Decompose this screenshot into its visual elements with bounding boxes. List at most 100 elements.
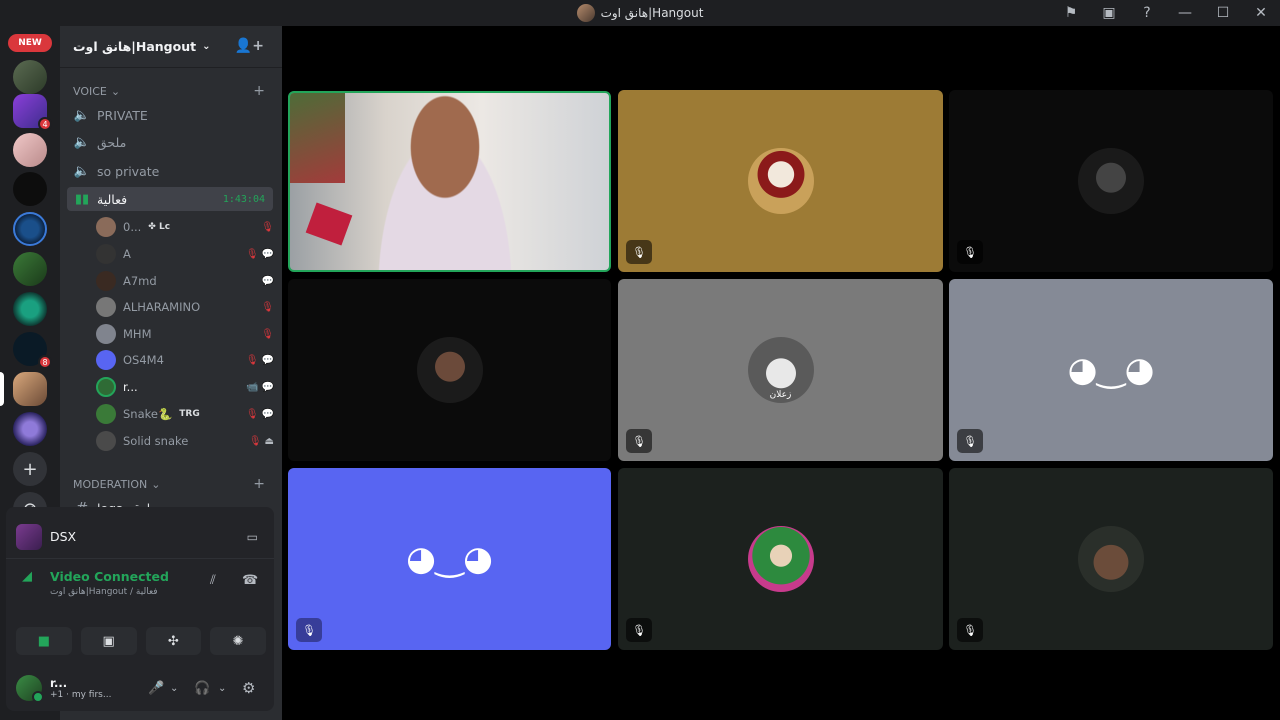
video-tile[interactable]: 🎙 (618, 90, 943, 272)
microphone-icon[interactable]: 🎤 (148, 665, 164, 711)
status-bubble-icon: 💬 (261, 381, 274, 393)
voice-member[interactable]: A7md 💬 (96, 269, 274, 293)
voice-member[interactable]: Snake🐍 TRG 🎙 💬 (96, 402, 274, 426)
signal-icon: ◢ (22, 569, 32, 584)
video-tile[interactable] (288, 279, 611, 461)
chevron-down-icon[interactable]: ⌄ (218, 665, 226, 711)
disconnect-icon[interactable]: ☎ (242, 573, 258, 588)
muted-mic-icon: 🎙 (296, 618, 322, 642)
settings-gear-icon[interactable]: ⚙ (242, 665, 255, 711)
help-icon[interactable]: ? (1128, 0, 1166, 26)
server-icon-hangout[interactable] (13, 372, 47, 406)
noise-suppression-icon[interactable]: ⫽ (210, 573, 216, 588)
user-avatar[interactable] (16, 675, 44, 703)
member-status-icons: 🎙 💬 (246, 409, 274, 420)
user-area: r... +1 · my firs... 🎤 ⌄ 🎧 ⌄ ⚙ (6, 665, 274, 711)
avatar (96, 404, 116, 424)
category-voice[interactable]: VOICE ⌄ + (73, 83, 273, 99)
voice-member[interactable]: A 🎙 💬 (96, 242, 274, 266)
channel-mulhaq[interactable]: 🔈 ملحق (67, 130, 273, 154)
server-icon-6[interactable] (13, 252, 47, 286)
add-server-icon[interactable]: + (13, 452, 47, 486)
voice-panel: DSX ▭ ◢ Video Connected هانق اوت|Hangout… (6, 507, 274, 711)
channel-label: PRIVATE (97, 107, 148, 123)
server-icon-8[interactable]: 8 (13, 332, 52, 369)
video-tile[interactable]: ◕‿◕ 🎙 (288, 468, 611, 650)
participant-avatar (747, 148, 814, 214)
flag-icon[interactable]: ⚑ (1052, 0, 1090, 26)
playstation-icon: ⏏ (264, 435, 274, 447)
headphones-icon[interactable]: 🎧 (194, 665, 210, 711)
screen-share-icon[interactable]: ▭ (247, 530, 258, 544)
server-icon-7[interactable] (13, 292, 47, 326)
server-icon-2[interactable]: 4 (13, 94, 52, 131)
server-header[interactable]: هانق اوت|Hangout ⌄ 👤+ (60, 26, 282, 68)
channel-label: فعالية (97, 191, 128, 207)
user-info[interactable]: r... +1 · my firs... (50, 676, 111, 700)
member-status-icons: 💬 (262, 276, 274, 287)
voice-member[interactable]: Solid snake 🎙 ⏏ (96, 429, 274, 453)
inbox-icon[interactable]: ▣ (1090, 0, 1128, 26)
avatar (96, 271, 116, 291)
muted-mic-icon: 🎙 (957, 429, 983, 453)
voice-status[interactable]: Video Connected (50, 569, 169, 584)
minimize-icon[interactable]: — (1166, 0, 1204, 26)
speaker-locked-icon: 🔈 (73, 107, 91, 123)
chevron-down-icon: ⌄ (202, 41, 211, 52)
video-tile[interactable]: 🎙 (949, 90, 1273, 272)
member-name: Solid snake (123, 434, 189, 448)
video-tile[interactable]: زعلان 🎙 (618, 279, 943, 461)
video-tile-camera[interactable] (288, 91, 611, 272)
close-icon[interactable]: ✕ (1242, 0, 1280, 26)
status-bubble-icon: 💬 (261, 408, 274, 420)
voice-member[interactable]: MHM 🎙 (96, 322, 274, 346)
channel-faaliya[interactable]: ▮▮ فعالية 1:43:04 (67, 187, 273, 211)
chevron-down-icon[interactable]: ⌄ (170, 665, 178, 711)
video-tile[interactable]: ◕‿◕ 🎙 (949, 279, 1273, 461)
server-icon-1[interactable] (13, 60, 47, 94)
video-tile[interactable]: 🎙 (618, 468, 943, 650)
member-status-icons: 🎙 (261, 222, 274, 233)
maximize-icon[interactable]: ☐ (1204, 0, 1242, 26)
activity-icon (16, 523, 42, 550)
activity-row[interactable]: DSX ▭ (6, 515, 274, 559)
new-badge[interactable]: NEW (8, 34, 52, 52)
voice-location[interactable]: هانق اوت|Hangout / فعالية (50, 587, 158, 597)
member-status-icons: 🎙 💬 (246, 355, 274, 366)
server-icon-3[interactable] (13, 133, 47, 167)
camera-button[interactable]: ■ (16, 627, 72, 655)
speaker-icon: 🔈 (73, 134, 91, 150)
video-tile[interactable]: 🎙 (949, 468, 1273, 650)
voice-member[interactable]: ALHARAMINO 🎙 (96, 295, 274, 319)
add-channel-icon[interactable]: + (253, 83, 265, 99)
webcam-person (360, 93, 530, 270)
user-status: +1 · my firs... (50, 690, 112, 700)
voice-actions: ■ ▣ ✣ ✺ (16, 627, 266, 655)
channel-so-private[interactable]: 🔈 so private (67, 159, 273, 183)
invite-icon[interactable]: 👤+ (235, 38, 264, 54)
channel-label: ملحق (97, 134, 127, 150)
soundboard-button[interactable]: ✺ (210, 627, 266, 655)
channel-private[interactable]: 🔈 PRIVATE (67, 103, 273, 127)
voice-member[interactable]: r... 📹 💬 (96, 375, 274, 399)
muted-mic-icon: 🎙 (261, 301, 274, 313)
user-name: r... (50, 676, 68, 690)
server-icon-5[interactable] (13, 212, 47, 246)
video-grid: 🎙 🎙 زعلان 🎙 ◕‿◕ 🎙 ◕‿◕ 🎙 🎙 🎙 (282, 26, 1280, 720)
background-poster (290, 93, 345, 183)
muted-mic-icon: 🎙 (245, 354, 259, 366)
server-icon-10[interactable] (13, 412, 47, 446)
activities-button[interactable]: ✣ (145, 627, 202, 655)
member-name: A7md (123, 274, 157, 288)
muted-mic-icon: 🎙 (245, 248, 259, 260)
server-icon-4[interactable] (13, 172, 47, 206)
voice-member[interactable]: 0... ✤ Lc 🎙 (96, 215, 274, 239)
member-tag: ✤ Lc (148, 222, 171, 232)
add-channel-icon[interactable]: + (253, 476, 265, 492)
member-status-icons: 🎙 (261, 302, 274, 313)
share-screen-button[interactable]: ▣ (80, 627, 137, 655)
voice-member[interactable]: OS4M4 🎙 💬 (96, 348, 274, 372)
category-moderation[interactable]: MODERATION ⌄ + (73, 476, 273, 492)
member-name: 0... (123, 220, 142, 234)
member-status-icons: 📹 💬 (246, 382, 274, 393)
